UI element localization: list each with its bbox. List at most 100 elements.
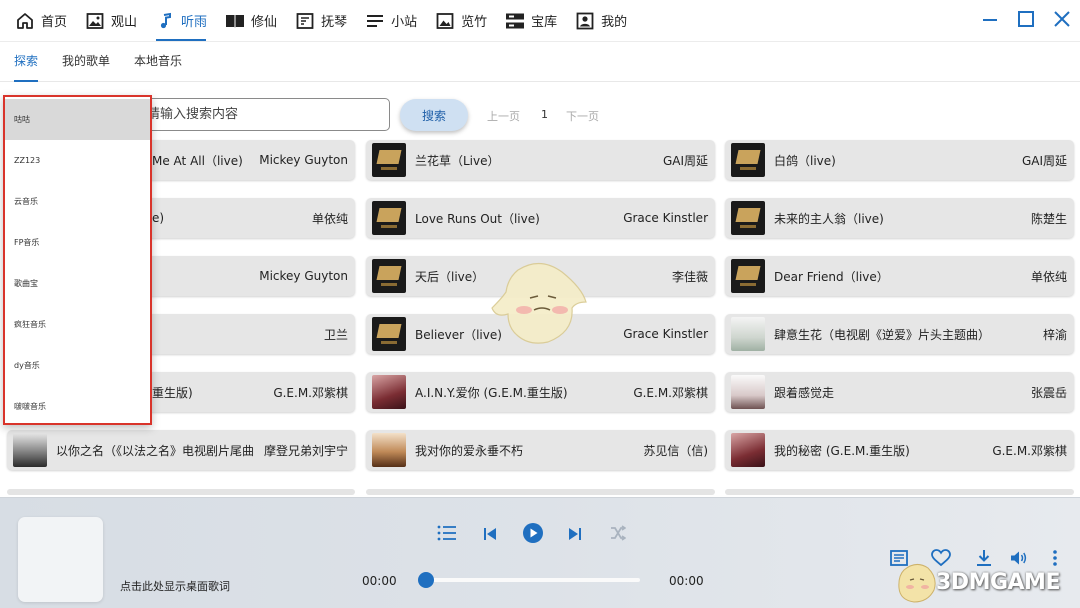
volume-button[interactable]	[1008, 549, 1030, 571]
favorite-button[interactable]	[930, 549, 952, 571]
album-cover	[731, 259, 765, 293]
nav-item-tingyu[interactable]: 听雨	[146, 0, 216, 42]
source-option-gugu[interactable]: 咕咕	[5, 99, 150, 140]
progress-slider[interactable]	[418, 572, 640, 588]
search-input[interactable]	[141, 99, 389, 130]
nav-item-home[interactable]: 首页	[6, 0, 76, 42]
download-icon	[976, 549, 992, 571]
album-cover	[372, 317, 406, 351]
main-nav: 首页 观山 听雨 修仙 抚琴 小站 览竹 宝库 我的	[0, 0, 636, 42]
close-icon	[1053, 10, 1071, 32]
nav-item-baoku[interactable]: 宝库	[496, 0, 566, 42]
download-button[interactable]	[973, 549, 995, 571]
song-title: 天后（live）	[415, 269, 485, 284]
song-card[interactable]: 我对你的爱永垂不朽 苏见信（信)	[366, 430, 715, 470]
profile-icon	[575, 11, 595, 31]
song-title: 我对你的爱永垂不朽	[415, 443, 524, 458]
current-time: 00:00	[362, 574, 397, 588]
source-option-gequbao[interactable]: 歌曲宝	[5, 263, 150, 304]
source-option-fpyinyue[interactable]: FP音乐	[5, 222, 150, 263]
shuffle-button[interactable]	[607, 524, 629, 546]
previous-track-button[interactable]	[479, 524, 501, 546]
song-card-partial[interactable]	[7, 489, 355, 495]
search-button[interactable]: 搜索	[400, 99, 468, 131]
song-card[interactable]: Believer（live) Grace Kinstler	[366, 314, 715, 354]
song-card-partial[interactable]	[725, 489, 1074, 495]
player-bar: 点击此处显示桌面歌词 00:00 00:00	[0, 497, 1080, 608]
playlist-button[interactable]	[436, 524, 458, 546]
album-cover	[731, 143, 765, 177]
next-track-button[interactable]	[564, 524, 586, 546]
nav-label: 首页	[41, 15, 68, 30]
song-artist: 单依纯	[1030, 269, 1067, 284]
nav-item-fuqin[interactable]: 抚琴	[286, 0, 356, 42]
prev-page-button[interactable]: 上一页	[487, 108, 520, 124]
search-field	[140, 98, 390, 131]
album-cover	[731, 317, 765, 351]
lyrics-list-button[interactable]	[888, 549, 910, 571]
tab-explore[interactable]: 探索	[2, 42, 50, 82]
nav-item-lanzhu[interactable]: 览竹	[426, 0, 496, 42]
tab-local-music[interactable]: 本地音乐	[122, 42, 194, 82]
song-card[interactable]: Dear Friend（live） 单依纯	[725, 256, 1074, 296]
album-cover	[372, 433, 406, 467]
song-artist: 单依纯	[311, 211, 348, 226]
progress-handle[interactable]	[418, 572, 434, 588]
song-artist: 摩登兄弟刘宇宁	[263, 443, 348, 458]
edit-box-icon	[295, 11, 315, 31]
song-title: Believer（live)	[415, 327, 502, 342]
song-card[interactable]: 跟着感觉走 张震岳	[725, 372, 1074, 412]
song-artist: G.E.M.邓紫棋	[633, 385, 708, 400]
source-option-zz123[interactable]: ZZ123	[5, 140, 150, 181]
maximize-button[interactable]	[1008, 3, 1044, 39]
song-title: Dear Friend（live）	[774, 269, 889, 284]
image-frame-icon	[85, 11, 105, 31]
close-button[interactable]	[1044, 3, 1080, 39]
nav-item-wode[interactable]: 我的	[566, 0, 636, 42]
album-cover	[13, 433, 47, 467]
song-card[interactable]: 白鸽（live) GAI周延	[725, 140, 1074, 180]
play-button[interactable]	[521, 523, 545, 547]
nav-item-xiaozhan[interactable]: 小站	[356, 0, 426, 42]
album-cover	[372, 259, 406, 293]
album-cover	[372, 143, 406, 177]
song-artist: 梓渝	[1042, 327, 1067, 342]
more-options-button[interactable]	[1046, 549, 1064, 571]
nav-item-guanshan[interactable]: 观山	[76, 0, 146, 42]
source-option-yunyinyue[interactable]: 云音乐	[5, 181, 150, 222]
source-option-bobo[interactable]: 啵啵音乐	[5, 386, 150, 427]
song-title: Love Runs Out（live)	[415, 211, 540, 226]
minimize-button[interactable]	[972, 3, 1008, 39]
desktop-lyrics-toggle[interactable]: 点击此处显示桌面歌词	[120, 578, 230, 594]
song-title: 白鸽（live)	[774, 153, 836, 168]
song-card[interactable]: 我的秘密 (G.E.M.重生版) G.E.M.邓紫棋	[725, 430, 1074, 470]
music-source-dropdown: 咕咕 ZZ123 云音乐 FP音乐 歌曲宝 疯狂音乐 dy音乐 啵啵音乐	[3, 95, 152, 425]
song-title: 未来的主人翁（live)	[774, 211, 884, 226]
page-number: 1	[541, 108, 548, 121]
home-icon	[15, 11, 35, 31]
song-card[interactable]: 以你之名（《以法之名》电视剧片尾曲 摩登兄弟刘宇宁	[7, 430, 355, 470]
source-option-dy[interactable]: dy音乐	[5, 345, 150, 386]
song-card-partial[interactable]	[366, 489, 715, 495]
song-title: 兰花草（Live）	[415, 153, 500, 168]
song-artist: GAI周延	[1021, 153, 1067, 168]
skip-previous-icon	[483, 526, 497, 545]
source-option-fengkuang[interactable]: 疯狂音乐	[5, 304, 150, 345]
more-vertical-icon	[1052, 549, 1058, 571]
nav-label: 我的	[601, 15, 628, 30]
tab-my-playlists[interactable]: 我的歌单	[50, 42, 122, 82]
song-card[interactable]: 肆意生花（电视剧《逆爱》片头主题曲） 梓渝	[725, 314, 1074, 354]
list-icon	[437, 525, 457, 545]
music-subtabs: 探索 我的歌单 本地音乐	[0, 42, 1080, 82]
total-time: 00:00	[669, 574, 704, 588]
song-card[interactable]: Love Runs Out（live) Grace Kinstler	[366, 198, 715, 238]
next-page-button[interactable]: 下一页	[566, 108, 599, 124]
nav-label: 宝库	[531, 15, 558, 30]
song-card[interactable]: A.I.N.Y.爱你 (G.E.M.重生版) G.E.M.邓紫棋	[366, 372, 715, 412]
song-card[interactable]: 天后（live） 李佳薇	[366, 256, 715, 296]
nav-item-xiuxian[interactable]: 修仙	[216, 0, 286, 42]
song-artist: Mickey Guyton	[259, 269, 348, 283]
song-card[interactable]: 兰花草（Live） GAI周延	[366, 140, 715, 180]
song-card[interactable]: 未来的主人翁（live) 陈楚生	[725, 198, 1074, 238]
album-cover	[731, 375, 765, 409]
